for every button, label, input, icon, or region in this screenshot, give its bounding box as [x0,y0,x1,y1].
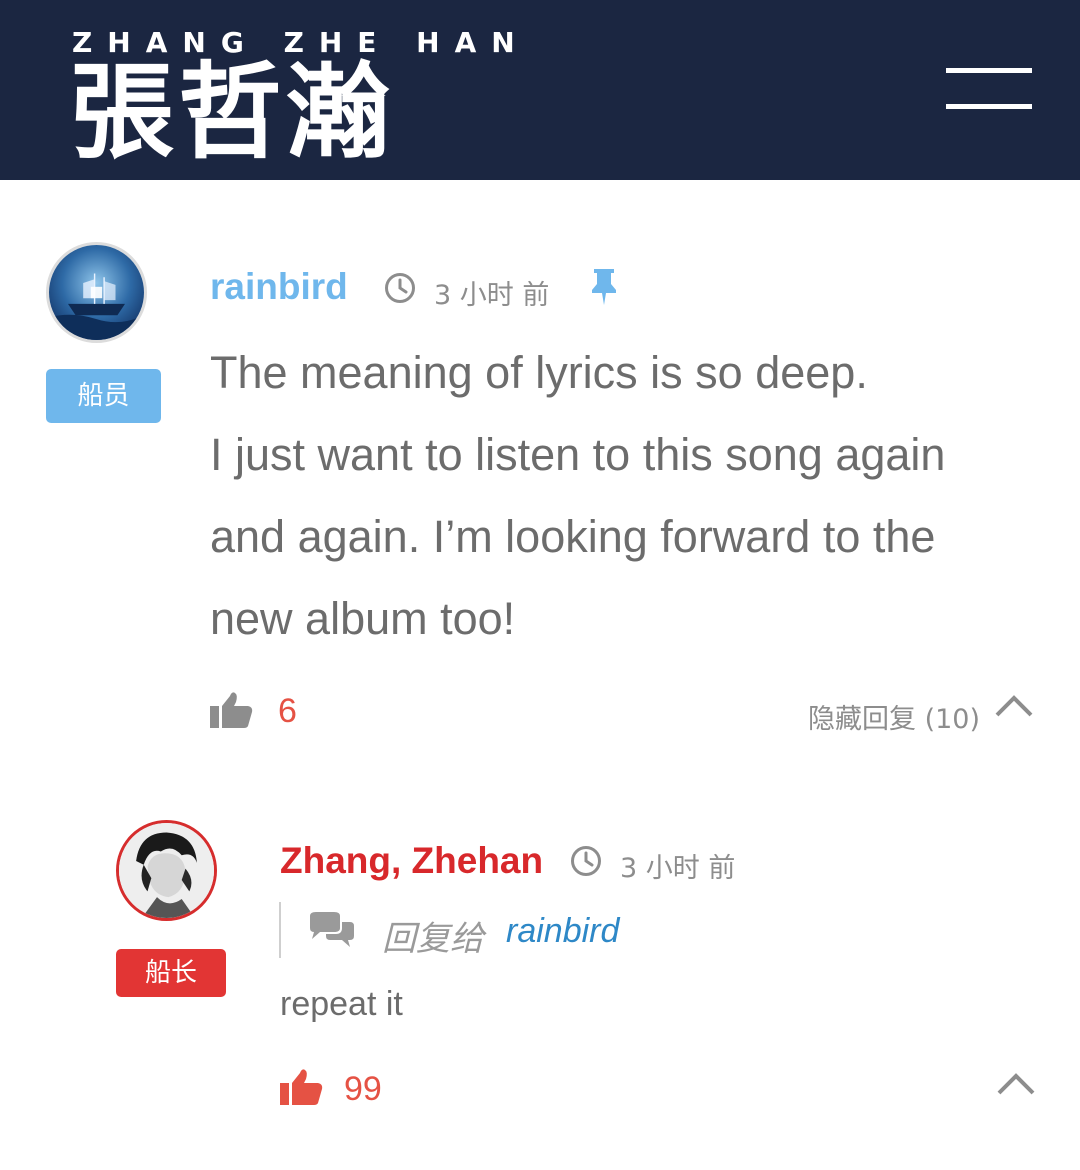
chevron-up-icon[interactable] [994,694,1034,718]
chevron-up-icon[interactable] [996,1072,1036,1096]
avatar-portrait-image [119,823,214,918]
brand-logo-text[interactable]: 張哲瀚 [70,58,394,166]
role-badge-crew: 船员 [46,369,161,423]
reply-timestamp: 3 小时 前 [620,853,736,884]
hamburger-menu-icon[interactable] [946,68,1032,110]
reply-quote-divider [279,902,281,958]
role-badge-captain: 船长 [116,949,226,997]
comment-line: I just want to listen to this song again [210,429,946,480]
like-count: 99 [344,1070,382,1108]
pin-icon [592,269,616,305]
comment-timestamp: 3 小时 前 [434,280,550,311]
reply-to-label: 回复给 [382,919,484,959]
reply-to-user-link[interactable]: rainbird [506,912,619,951]
hide-replies-toggle[interactable]: 隐藏回复 (10) [808,697,980,736]
clock-icon [571,846,601,876]
avatar[interactable] [116,820,217,921]
site-header: ZHANG ZHE HAN 張哲瀚 [0,0,1080,180]
avatar-ship-image [49,245,144,340]
like-count: 6 [278,692,297,730]
thumbs-up-icon[interactable] [210,690,254,730]
comment-line: The meaning of lyrics is so deep. [210,347,868,398]
comments-icon [310,912,354,947]
reply-body: repeat it [280,985,403,1023]
thumbs-up-icon[interactable] [280,1067,324,1107]
clock-icon [385,273,415,303]
comment-line: and again. I’m looking forward to the [210,511,936,562]
reply-author[interactable]: Zhang, Zhehan [280,840,543,882]
avatar[interactable] [46,242,147,343]
comment-body: The meaning of lyrics is so deep. I just… [210,332,1040,660]
comment-line: new album too! [210,593,516,644]
comment-author[interactable]: rainbird [210,266,348,308]
